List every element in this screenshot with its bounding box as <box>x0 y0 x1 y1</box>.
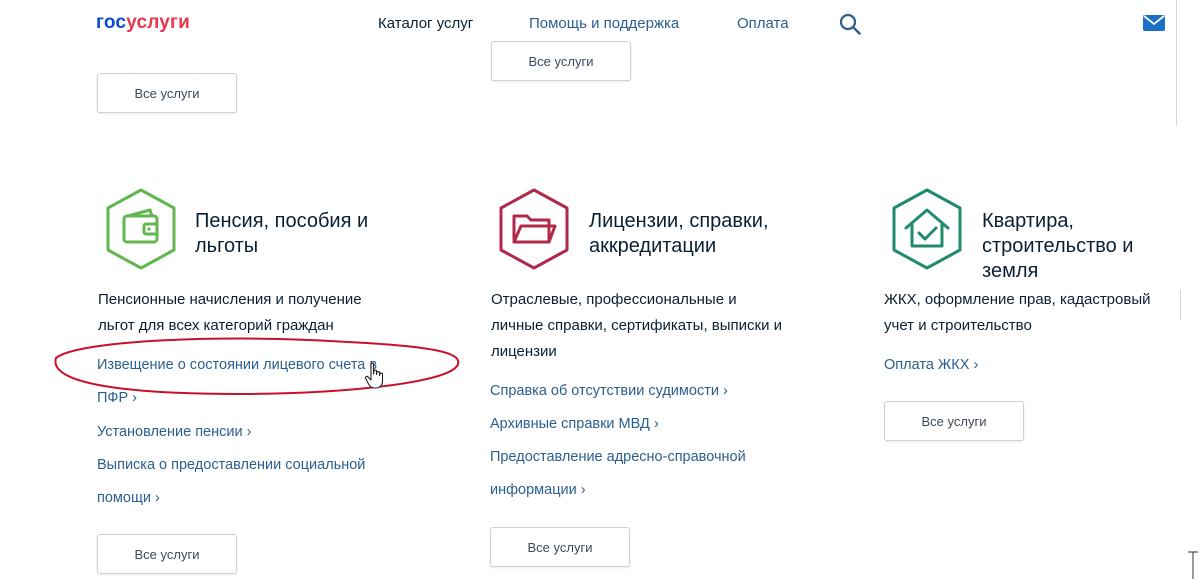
mail-icon[interactable] <box>1143 14 1165 32</box>
all-services-button[interactable]: Все услуги <box>97 534 237 574</box>
annotation-ellipse <box>54 337 460 396</box>
search-icon[interactable] <box>838 12 862 36</box>
title-line: Квартира, <box>982 210 1074 232</box>
category-title[interactable]: Лицензии, справки, аккредитации <box>589 209 769 259</box>
nav-catalog[interactable]: Каталог услуг <box>378 15 473 32</box>
all-services-button[interactable]: Все услуги <box>97 73 237 113</box>
link-line: Предоставление адресно-справочной <box>490 449 746 465</box>
service-link-housing-payment[interactable]: Оплата ЖКХ › <box>884 349 978 382</box>
all-services-button[interactable]: Все услуги <box>490 527 630 567</box>
link-line: информации › <box>490 482 586 498</box>
link-line: Выписка о предоставлении социальной <box>97 457 366 473</box>
service-link-social-help[interactable]: Выписка о предоставлении социальной помо… <box>97 449 365 515</box>
desc-line: личные справки, сертификаты, выписки и <box>491 317 783 334</box>
link-line: помощи › <box>97 490 160 506</box>
gosuslugi-logo[interactable]: госуслуги <box>96 12 190 34</box>
title-line: аккредитации <box>589 235 717 257</box>
hand-cursor-icon <box>364 362 384 389</box>
title-line: Пенсия, пособия и <box>195 210 369 232</box>
all-services-button[interactable]: Все услуги <box>884 401 1024 441</box>
category-description: Пенсионные начисления и получение льгот … <box>98 287 362 339</box>
title-line: земля <box>982 260 1039 282</box>
category-description: Отраслевые, профессиональные и личные сп… <box>491 287 782 365</box>
title-line: Лицензии, справки, <box>589 210 769 232</box>
scroll-edge <box>1180 290 1181 320</box>
folder-icon <box>499 188 569 270</box>
nav-help[interactable]: Помощь и поддержка <box>529 15 679 32</box>
desc-line: лицензии <box>491 343 557 360</box>
service-link-pension[interactable]: Установление пенсии › <box>97 416 251 449</box>
nav-payment[interactable]: Оплата <box>737 15 789 32</box>
category-title[interactable]: Квартира, строительство и земля <box>982 209 1133 284</box>
logo-part-gos: гос <box>96 12 127 33</box>
title-line: строительство и <box>982 235 1134 257</box>
desc-line: Пенсионные начисления и получение <box>98 291 362 308</box>
title-line: льготы <box>195 235 259 257</box>
category-description: ЖКХ, оформление прав, кадастровый учет и… <box>884 287 1151 339</box>
service-link-address-info[interactable]: Предоставление адресно-справочной информ… <box>490 441 746 507</box>
scroll-edge <box>1176 0 1177 125</box>
desc-line: ЖКХ, оформление прав, кадастровый <box>884 291 1151 308</box>
logo-part-uslugi: услуги <box>126 12 191 33</box>
category-title[interactable]: Пенсия, пособия и льготы <box>195 209 368 259</box>
service-link-no-criminal-record[interactable]: Справка об отсутствии судимости › <box>490 375 728 408</box>
desc-line: Отраслевые, профессиональные и <box>491 291 737 308</box>
wallet-icon <box>106 188 176 270</box>
desc-line: учет и строительство <box>884 317 1032 334</box>
corner-mark <box>1188 551 1198 579</box>
service-link-mvd-archive[interactable]: Архивные справки МВД › <box>490 408 659 441</box>
house-check-icon <box>892 188 962 270</box>
all-services-button[interactable]: Все услуги <box>491 41 631 81</box>
